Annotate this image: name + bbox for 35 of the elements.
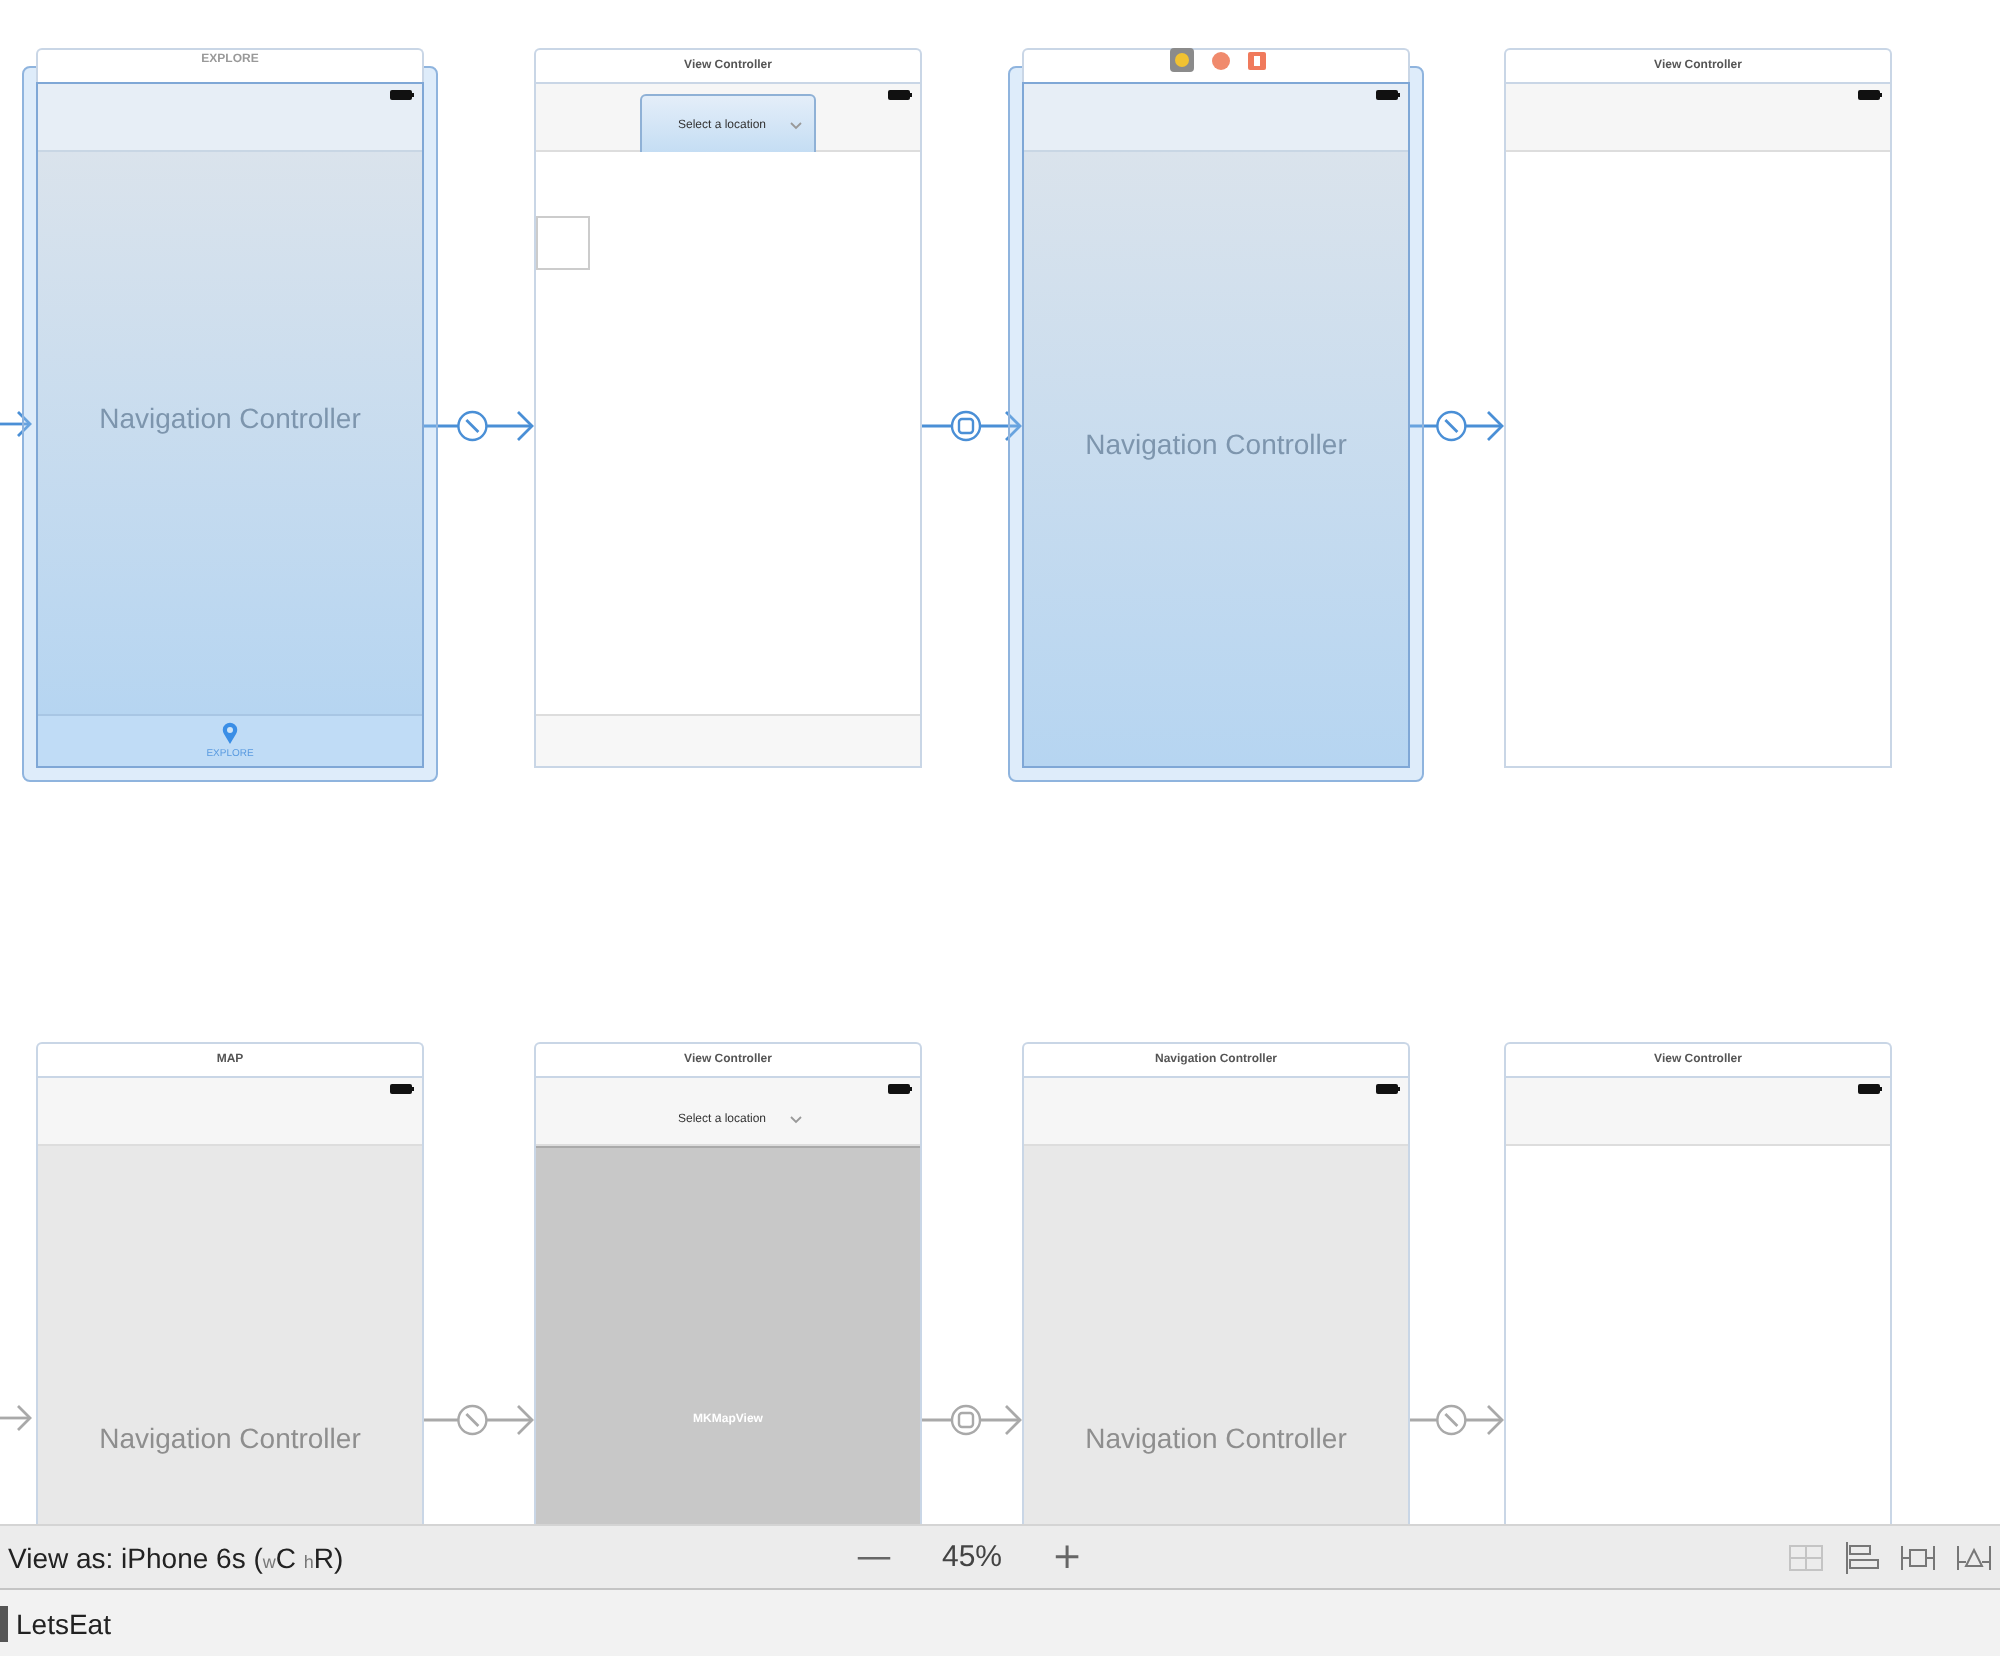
view-controller-icon[interactable] bbox=[1170, 48, 1194, 72]
scene-label: Navigation Controller bbox=[99, 401, 361, 433]
battery-icon bbox=[1376, 1084, 1400, 1094]
align-icon[interactable] bbox=[1844, 1541, 1880, 1573]
exit-icon[interactable] bbox=[1248, 51, 1266, 69]
relationship-segue-drawing[interactable] bbox=[424, 1404, 534, 1436]
resolve-icon[interactable] bbox=[1956, 1543, 1992, 1571]
scene-label: Navigation Controller bbox=[1085, 427, 1347, 459]
battery-icon bbox=[390, 1084, 414, 1094]
pin-icon[interactable] bbox=[222, 722, 238, 744]
entry-arrow[interactable] bbox=[0, 1404, 32, 1432]
zoom-out-button[interactable]: — bbox=[848, 1536, 900, 1578]
chevron-icon bbox=[790, 121, 803, 129]
file-name[interactable]: LetsEat bbox=[16, 1607, 111, 1639]
scene-label: Navigation Controller bbox=[99, 1421, 361, 1453]
first-responder-icon[interactable] bbox=[1212, 51, 1230, 69]
modal-segue-drawing[interactable] bbox=[922, 1404, 1022, 1436]
zoom-level: 45% bbox=[939, 1540, 1005, 1574]
battery-icon bbox=[1376, 90, 1400, 100]
relationship-segue-drawing[interactable] bbox=[1410, 1404, 1504, 1436]
battery-icon bbox=[888, 90, 912, 100]
battery-icon bbox=[390, 90, 414, 100]
battery-icon bbox=[1858, 1084, 1882, 1094]
embed-icon[interactable] bbox=[1788, 1543, 1824, 1571]
modal-segue-drawing[interactable] bbox=[922, 410, 1022, 442]
entry-arrow[interactable] bbox=[0, 410, 32, 438]
relationship-segue-drawing[interactable] bbox=[424, 410, 534, 442]
scene-label: Navigation Controller bbox=[1085, 1421, 1347, 1453]
zoom-in-button[interactable]: + bbox=[1044, 1536, 1091, 1578]
chevron-icon bbox=[790, 1116, 803, 1124]
battery-icon bbox=[1858, 90, 1882, 100]
battery-icon bbox=[888, 1084, 912, 1094]
scene-title-bar[interactable] bbox=[1022, 48, 1410, 82]
pin-constraints-icon[interactable] bbox=[1900, 1543, 1936, 1571]
relationship-segue-drawing[interactable] bbox=[1410, 410, 1504, 442]
